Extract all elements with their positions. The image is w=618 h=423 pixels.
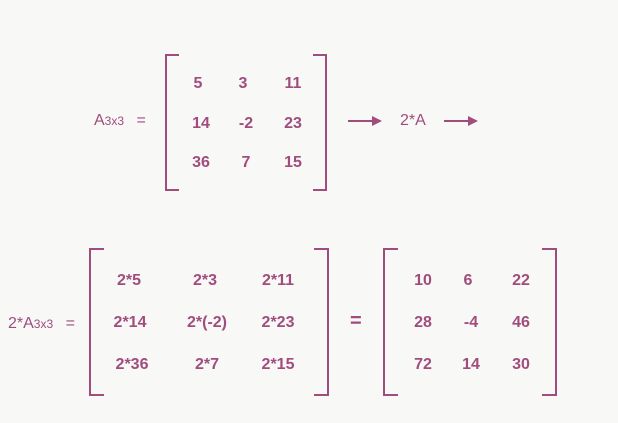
result-matrix-cell: 10 [414, 272, 432, 289]
bottom-label-sub: 3x3 [33, 317, 54, 331]
expression-matrix-cell: 2*11 [261, 272, 295, 289]
expression-matrix-cell: 2*15 [261, 356, 295, 373]
result-matrix-cell: 46 [512, 314, 530, 331]
expr-matrix-left-bracket [89, 248, 104, 396]
top-matrix-cell: -2 [238, 115, 254, 132]
result-matrix-cell: 6 [463, 272, 473, 289]
top-matrix-right-bracket [313, 54, 327, 191]
top-matrix-cell: 23 [284, 115, 302, 132]
result-matrix-cell: 14 [462, 356, 480, 373]
top-label-main: A [94, 112, 105, 129]
top-matrix-cell: 15 [284, 154, 302, 171]
top-matrix-cell: 3 [238, 75, 248, 92]
arrow-head-1 [372, 116, 382, 126]
expr-matrix-right-bracket [314, 248, 329, 396]
top-label-equals: = [136, 112, 146, 129]
bottom-label-equals: = [65, 315, 75, 332]
bottom-label-main: 2*A [8, 315, 34, 332]
result-matrix-cell: 28 [414, 314, 432, 331]
top-matrix-cell: 11 [284, 75, 302, 92]
result-matrix-cell: 30 [512, 356, 530, 373]
top-matrix-left-bracket [165, 54, 179, 191]
top-matrix-cell: 5 [193, 75, 203, 92]
top-label-sub: 3x3 [104, 114, 125, 128]
operation-label: 2*A [400, 112, 426, 129]
expression-matrix-cell: 2*14 [113, 314, 147, 331]
expression-matrix-cell: 2*(-2) [186, 314, 228, 331]
top-matrix-label: A3x3 = [94, 112, 146, 130]
top-matrix-cell: 36 [192, 154, 210, 171]
expression-matrix-cell: 2*3 [192, 272, 218, 289]
top-matrix-cell: 7 [241, 154, 251, 171]
expression-matrix-cell: 2*36 [115, 356, 149, 373]
arrow-head-2 [468, 116, 478, 126]
expression-matrix-cell: 2*7 [194, 356, 220, 373]
expression-matrix-cell: 2*23 [261, 314, 295, 331]
top-matrix-cell: 14 [192, 115, 210, 132]
expression-matrix-cell: 2*5 [116, 272, 142, 289]
result-matrix-cell: 72 [414, 356, 432, 373]
result-matrix-cell: 22 [512, 272, 530, 289]
equals-sign: = [350, 310, 362, 332]
result-matrix-right-bracket [542, 248, 557, 396]
bottom-matrix-label: 2*A3x3 = [8, 315, 75, 333]
result-matrix-left-bracket [383, 248, 398, 396]
result-matrix-cell: -4 [463, 314, 479, 331]
